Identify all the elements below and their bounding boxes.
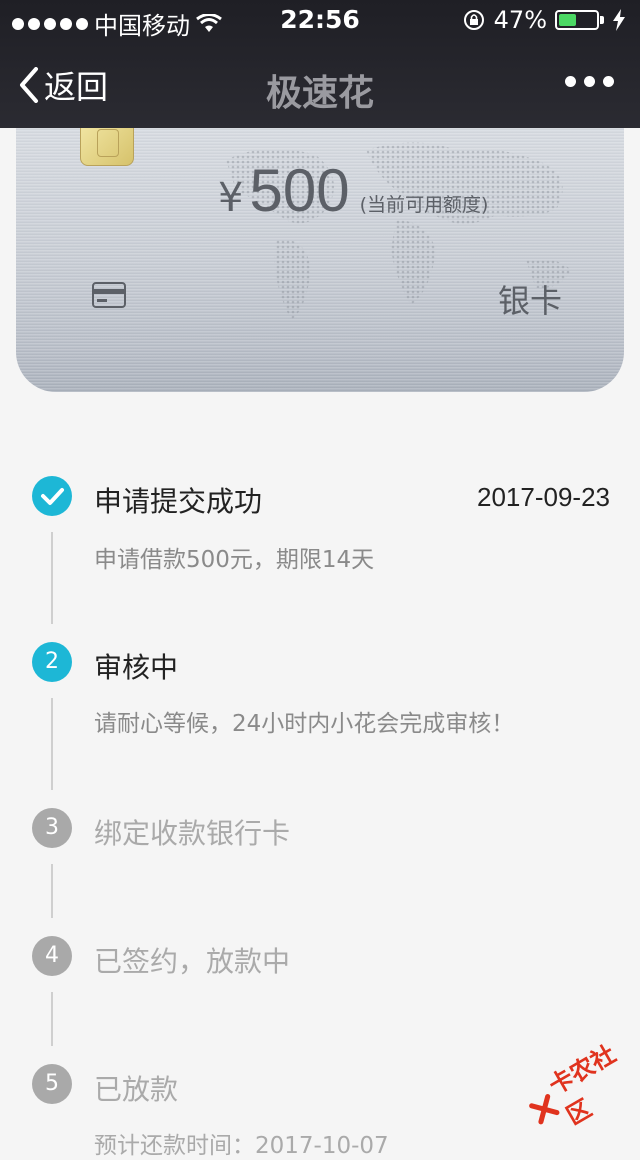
step-title: 审核中 [94, 651, 179, 684]
currency-symbol: ¥ [218, 175, 244, 221]
step-number-badge: 5 [32, 1064, 72, 1104]
step-number-badge: 3 [32, 808, 72, 848]
nav-bar: 返回 极速花 [0, 40, 640, 128]
step-number-badge: 2 [32, 642, 72, 682]
credit-amount: ¥ 500 (当前可用额度) [218, 156, 488, 225]
step-title: 绑定收款银行卡 [94, 817, 291, 850]
battery-percent: 47% [493, 6, 547, 34]
watermark-logo: 卡农社区 [518, 1035, 640, 1142]
amount-value: 500 [249, 157, 350, 224]
step-desc: 预计还款时间：2017-10-07 [94, 1133, 389, 1159]
amount-label: (当前可用额度) [359, 194, 489, 216]
step-date: 2017-09-23 [477, 482, 610, 512]
orientation-lock-icon [463, 10, 484, 30]
top-bar: 中国移动 22:56 47% 返回 极速花 [0, 0, 640, 128]
step-title: 已签约，放款中 [94, 945, 291, 978]
status-right: 47% [462, 6, 626, 34]
check-icon [32, 476, 72, 516]
card-type-label: 银卡 [497, 282, 562, 320]
status-bar: 中国移动 22:56 47% [0, 0, 640, 40]
step-number-badge: 4 [32, 936, 72, 976]
credit-card: ¥ 500 (当前可用额度) 银卡 [16, 100, 624, 392]
step-title: 已放款 [94, 1073, 179, 1106]
step-connector [51, 864, 53, 918]
page-title: 极速花 [265, 73, 374, 114]
charging-bolt-icon [613, 9, 625, 31]
step-desc: 申请借款500元，期限14天 [94, 547, 375, 573]
battery-icon [555, 10, 599, 30]
more-dots-icon[interactable] [565, 76, 614, 87]
step-title: 申请提交成功 [94, 485, 263, 518]
step-connector [51, 698, 53, 790]
step-connector [51, 992, 53, 1046]
bank-card-icon [92, 282, 126, 308]
step-desc: 请耐心等候，24小时内小花会完成审核！ [94, 711, 515, 737]
step-connector [51, 532, 53, 624]
